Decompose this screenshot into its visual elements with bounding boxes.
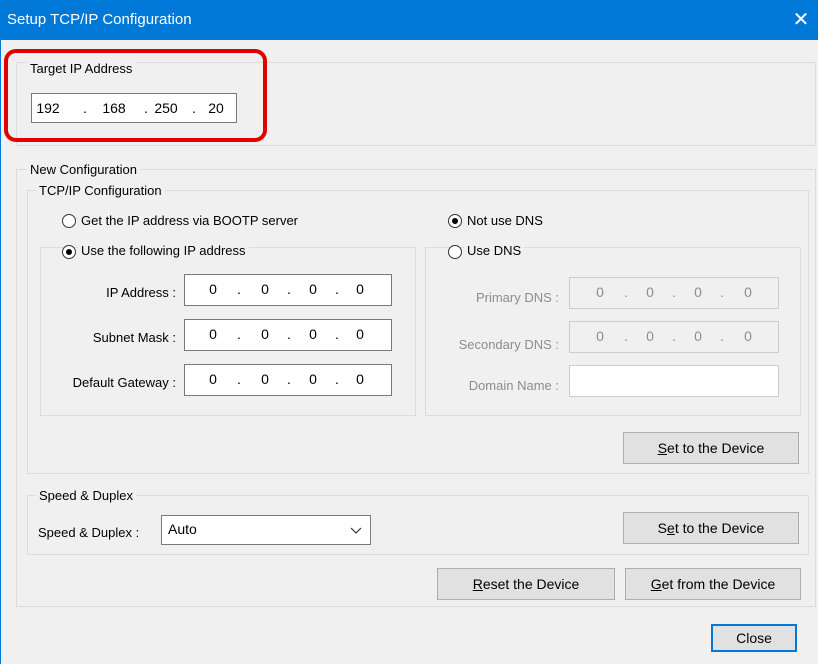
not-use-dns-label[interactable]: Not use DNS	[467, 213, 543, 228]
tcpip-configuration-legend: TCP/IP Configuration	[36, 183, 165, 199]
reset-device-button[interactable]: Reset the Device	[437, 568, 615, 600]
use-dns-radio[interactable]	[448, 245, 462, 259]
close-button[interactable]: Close	[711, 624, 797, 652]
ip-address-input[interactable]: 0 . 0 . 0 . 0	[184, 274, 392, 306]
bootp-radio-label[interactable]: Get the IP address via BOOTP server	[81, 213, 298, 228]
domain-name-label: Domain Name :	[468, 378, 559, 393]
use-dns-label[interactable]: Use DNS	[464, 243, 525, 259]
secondary-dns-label: Secondary DNS :	[458, 337, 559, 352]
static-ip-radio[interactable]	[62, 245, 76, 259]
speed-duplex-legend: Speed & Duplex	[36, 488, 136, 504]
set-tcpip-button[interactable]: Set to the Device	[623, 432, 799, 464]
primary-dns-input: 0 . 0 . 0 . 0	[569, 277, 779, 309]
chevron-down-icon	[350, 527, 362, 534]
subnet-mask-input[interactable]: 0 . 0 . 0 . 0	[184, 319, 392, 351]
default-gateway-label: Default Gateway :	[72, 375, 176, 390]
ip-address-label: IP Address :	[106, 285, 176, 300]
default-gateway-input[interactable]: 0 . 0 . 0 . 0	[184, 364, 392, 396]
close-icon[interactable]: ✕	[788, 7, 814, 33]
subnet-mask-label: Subnet Mask :	[92, 330, 176, 345]
new-configuration-legend: New Configuration	[27, 162, 140, 178]
set-speed-button[interactable]: Set to the Device	[623, 512, 799, 544]
not-use-dns-radio[interactable]	[448, 214, 462, 228]
primary-dns-label: Primary DNS :	[475, 290, 559, 305]
highlight-annotation	[4, 49, 267, 142]
speed-duplex-label: Speed & Duplex :	[38, 525, 140, 540]
speed-duplex-select[interactable]: Auto	[161, 515, 371, 545]
get-from-device-button[interactable]: Get from the Device	[625, 568, 801, 600]
secondary-dns-input: 0 . 0 . 0 . 0	[569, 321, 779, 353]
window-title: Setup TCP/IP Configuration	[7, 11, 192, 28]
bootp-radio[interactable]	[62, 214, 76, 228]
static-ip-radio-label[interactable]: Use the following IP address	[78, 243, 249, 259]
dialog-client-area: Target IP Address 192 . 168 . 250 . 20 N…	[1, 40, 818, 664]
title-bar: Setup TCP/IP Configuration ✕	[0, 0, 818, 40]
domain-name-input	[569, 365, 779, 397]
